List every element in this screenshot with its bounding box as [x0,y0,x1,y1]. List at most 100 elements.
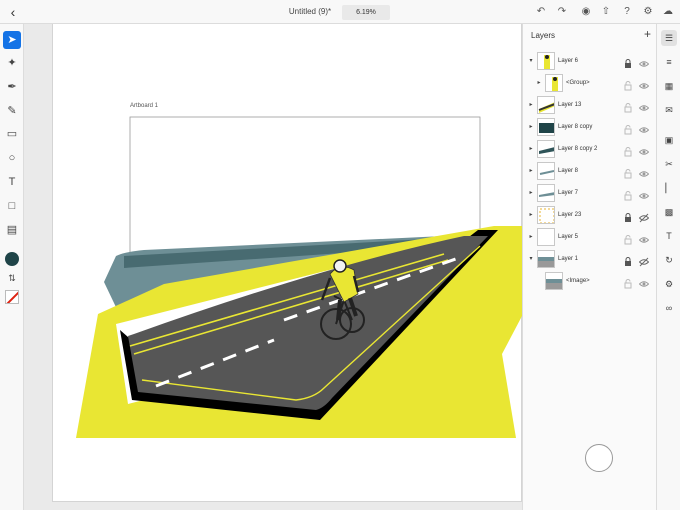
layer-thumbnail [537,96,555,114]
layer-thumbnail [537,206,555,224]
lock-icon[interactable] [624,56,632,68]
layer-name: <Image> [566,278,590,284]
unlock-icon[interactable] [624,232,632,245]
layer-row[interactable]: <Image> [523,270,657,292]
scissors-icon[interactable]: ✂ [661,156,677,172]
layer-thumbnail [537,162,555,180]
caret-right-icon[interactable]: ▸ [527,122,535,132]
swap-colors-icon[interactable]: ⇅ [3,269,21,287]
lock-icon[interactable] [624,210,632,222]
eye-icon[interactable] [638,232,650,243]
pathfinder-icon[interactable]: ▣ [661,132,677,148]
type-icon[interactable]: T [3,173,21,191]
document-title[interactable]: Untitled (9)* [280,0,340,24]
layer-row[interactable]: ▸ Layer 7 [523,182,657,204]
stroke-color-swatch[interactable] [5,290,19,304]
unlock-icon[interactable] [624,166,632,179]
transform-icon[interactable]: □ [3,197,21,215]
type-panel-icon[interactable]: T [661,228,677,244]
add-layer-icon[interactable]: + [644,27,651,41]
layer-name: Layer 13 [558,102,582,108]
layers-icon[interactable]: ☰ [661,30,677,46]
libraries-icon[interactable]: ▦ [661,78,677,94]
canvas-area[interactable]: Artboard 1 [24,24,522,510]
unlock-icon[interactable] [624,122,632,135]
app-window: ‹ Untitled (9)* 6.19% ↶ ↷ ◉ ⇧ ? ⚙ ☁ ➤ ✦ … [0,0,680,510]
gear-panel-icon[interactable]: ⚙ [661,276,677,292]
unlock-icon[interactable] [624,100,632,113]
caret-right-icon[interactable]: ▸ [527,188,535,198]
caret-right-icon[interactable]: ▸ [527,144,535,154]
layer-name: Layer 1 [558,256,579,262]
eye-icon[interactable] [638,122,650,133]
image-icon[interactable]: ▤ [3,221,21,239]
eye-icon[interactable] [638,100,650,111]
fill-color-swatch[interactable] [5,252,19,266]
layer-row[interactable]: ▾ Layer 1 [523,248,657,270]
align-icon[interactable]: ▏ [661,180,677,196]
eye-off-icon[interactable] [638,254,650,267]
layers-panel-title: Layers [531,31,556,40]
layer-row[interactable]: ▸ Layer 5 [523,226,657,248]
undo-icon[interactable]: ↶ [533,4,549,20]
layer-name: Layer 7 [558,190,579,196]
eye-icon[interactable] [638,144,650,155]
lock-icon[interactable] [624,254,632,266]
layers-panel: Layers + ▾ Layer 6 ▸ <Group> ▸ Layer 13 ▸ Layer… [522,24,656,510]
cloud-icon[interactable]: ☁ [660,4,676,20]
unlock-icon[interactable] [624,276,632,289]
layer-row[interactable]: ▸ Layer 8 copy [523,116,657,138]
redo-icon[interactable]: ↷ [554,4,570,20]
layer-thumbnail [545,272,563,290]
user-icon[interactable]: ◉ [578,4,594,20]
unlock-icon[interactable] [624,144,632,157]
layer-thumbnail [537,228,555,246]
help-icon[interactable]: ? [619,4,635,20]
layer-row[interactable]: ▸ Layer 8 [523,160,657,182]
layer-row[interactable]: ▾ Layer 6 [523,50,657,72]
caret-right-icon[interactable]: ▸ [527,232,535,242]
shape-icon[interactable]: ○ [3,149,21,167]
caret-down-icon[interactable]: ▾ [527,254,535,264]
caret-right-icon[interactable]: ▸ [527,166,535,176]
pen-icon[interactable]: ✒ [3,78,21,96]
layer-thumbnail [537,250,555,268]
caret-right-icon[interactable]: ▸ [535,78,543,88]
pencil-icon[interactable]: ✎ [3,102,21,120]
artwork-illustration[interactable] [24,24,522,510]
layer-thumbnail [545,74,563,92]
selection-icon[interactable]: ➤ [3,31,21,49]
eye-icon[interactable] [638,276,650,287]
caret-right-icon[interactable]: ▸ [527,100,535,110]
eye-icon[interactable] [638,166,650,177]
caret-right-icon[interactable] [535,276,543,286]
layer-name: Layer 8 copy 2 [558,146,598,152]
layer-thumbnail [537,52,555,70]
floating-circle-button[interactable] [585,444,613,472]
share-icon[interactable]: ⇧ [598,4,614,20]
caret-right-icon[interactable]: ▸ [527,210,535,220]
shape-builder-icon[interactable]: ↻ [661,252,677,268]
caret-down-icon[interactable]: ▾ [527,56,535,66]
layer-name: Layer 23 [558,212,582,218]
crop-icon[interactable]: ▩ [661,204,677,220]
layer-row[interactable]: ▸ Layer 13 [523,94,657,116]
eye-icon[interactable] [638,78,650,89]
layer-row[interactable]: ▸ Layer 8 copy 2 [523,138,657,160]
chevron-left-icon[interactable]: ‹ [4,3,22,21]
link-icon[interactable]: ∞ [661,300,677,316]
layer-name: <Group> [566,80,590,86]
settings-icon[interactable]: ⚙ [640,4,656,20]
layer-row[interactable]: ▸ Layer 23 [523,204,657,226]
eye-icon[interactable] [638,56,650,67]
layer-row[interactable]: ▸ <Group> [523,72,657,94]
unlock-icon[interactable] [624,78,632,91]
eye-off-icon[interactable] [638,210,650,223]
eye-icon[interactable] [638,188,650,199]
eraser-icon[interactable]: ▭ [3,125,21,143]
properties-icon[interactable]: ≡ [661,54,677,70]
direct-selection-icon[interactable]: ✦ [3,54,21,72]
zoom-level[interactable]: 6.19% [342,5,390,20]
comments-icon[interactable]: ✉ [661,102,677,118]
unlock-icon[interactable] [624,188,632,201]
